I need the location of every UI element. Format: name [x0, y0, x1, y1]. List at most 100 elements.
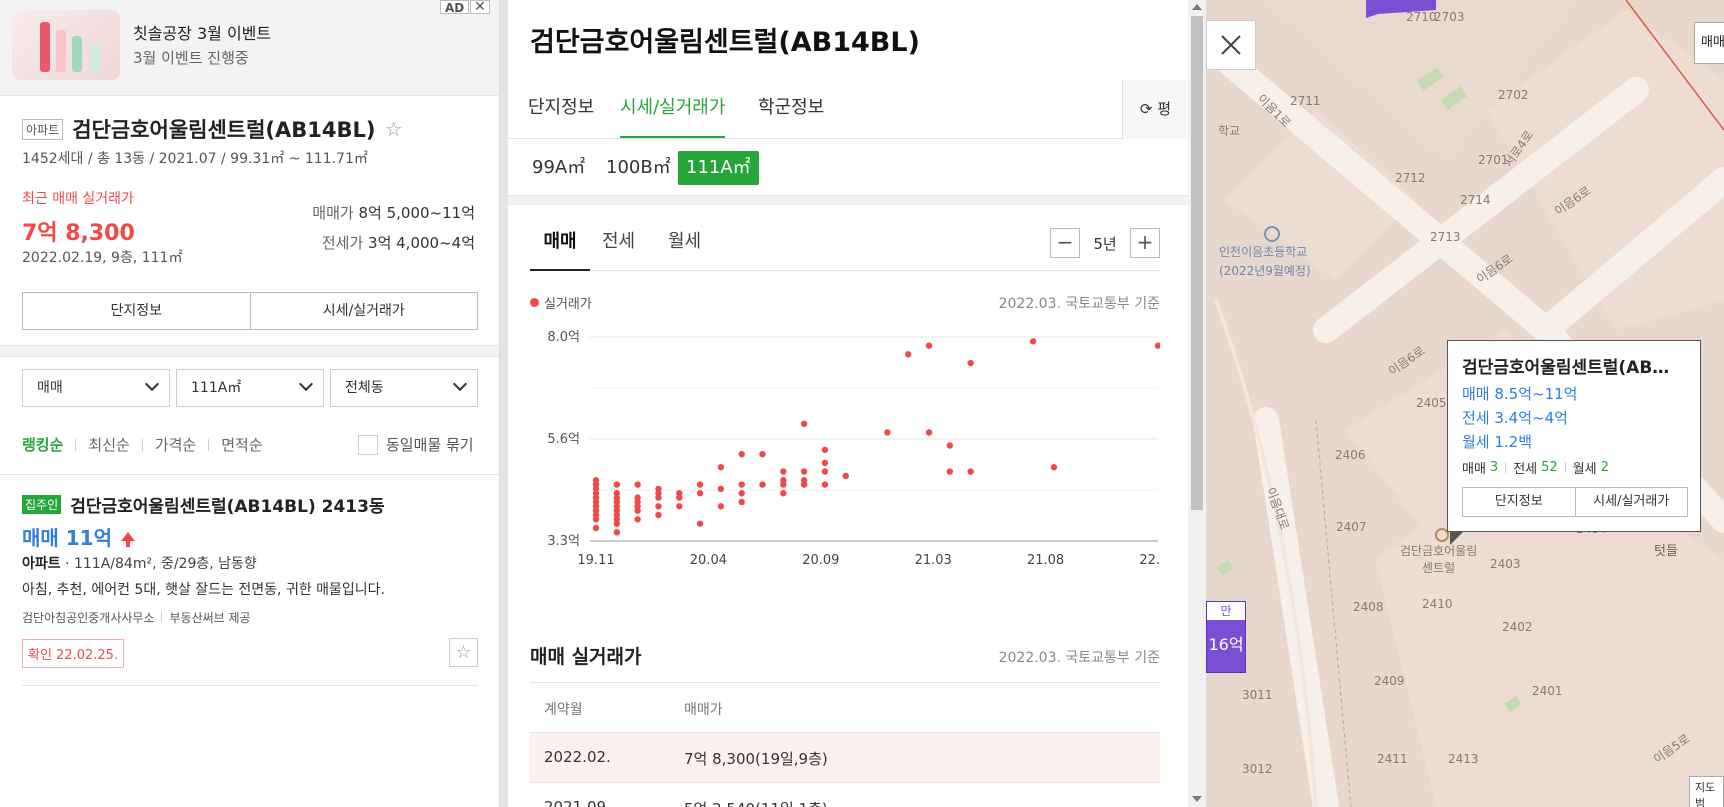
area-tab-99a[interactable]: 99A㎡ [524, 151, 593, 185]
chart-point [634, 494, 641, 501]
section-divider [0, 474, 499, 475]
col-contract-month: 계약월 [544, 702, 583, 718]
building-number: 2413 [1448, 752, 1479, 766]
chart-point [738, 450, 745, 458]
complex-info-button[interactable]: 단지정보 [23, 293, 250, 329]
tab-complex-info[interactable]: 단지정보 [528, 80, 594, 138]
period-increase-button[interactable]: + [1130, 228, 1160, 258]
sort-ranking[interactable]: 랭킹순 [22, 434, 63, 455]
scrollbar-thumb[interactable] [1191, 16, 1203, 510]
chart-point [696, 520, 704, 527]
map-school-note: (2022년9월예정) [1219, 264, 1311, 278]
building-number: 2409 [1374, 674, 1405, 688]
chart-point [821, 481, 829, 488]
count-monthly: 2 [1600, 460, 1609, 475]
chart-point [717, 503, 725, 510]
chart-point [696, 481, 704, 488]
agent-name[interactable]: 검단아침공인중개사사무소 [22, 609, 154, 626]
chart-point [592, 477, 600, 484]
row-month: 2021.09. [544, 798, 611, 807]
map-complex-popup[interactable]: 검단금호어울림센트럴(AB… 매매 8.5억~11억 전세 3.4억~4억 월세… [1447, 340, 1701, 532]
complex-name[interactable]: 검단금호어울림센트럴(AB14BL) [72, 114, 375, 144]
popup-title[interactable]: 검단금호어울림센트럴(AB… [1462, 353, 1669, 378]
chart-point [592, 524, 600, 532]
popup-price-button[interactable]: 시세/실거래가 [1574, 488, 1688, 516]
chart-point [780, 477, 787, 484]
map-view[interactable]: 매매 학교 인천이음초등학교 (2022년9월예정) 검단금호어울림 센트럴 텃… [1206, 0, 1724, 807]
bundle-checkbox[interactable] [358, 434, 378, 455]
dong-select[interactable]: 전체동 [330, 369, 478, 407]
trade-type-value: 매매 [37, 380, 63, 396]
tab-school[interactable]: 학군정보 [758, 80, 824, 138]
sort-area[interactable]: 면적순 [221, 434, 262, 455]
chart-point [696, 490, 704, 497]
section-title: 매매 실거래가 [530, 646, 642, 668]
row-month: 2022.02. [544, 748, 611, 766]
close-icon [1221, 35, 1241, 55]
chart-point [738, 481, 745, 488]
area-tab-111a[interactable]: 111A㎡ [678, 151, 759, 185]
recent-price: 7억 8,300 [22, 221, 135, 246]
jeonse-range: 전세가 3억 4,000~4억 [322, 232, 475, 253]
data-provider: 부동산써브 제공 [169, 611, 251, 625]
chart-point [884, 429, 891, 436]
map-field-label: 텃들 [1654, 544, 1678, 559]
tab-sale[interactable]: 매매 [530, 215, 590, 271]
building-number: 2712 [1395, 171, 1426, 185]
map-marker-top: 만 [1207, 602, 1245, 620]
sale-range: 매매가 8억 5,000~11억 [312, 202, 475, 223]
chevron-down-icon [144, 376, 160, 392]
property-type-tag: 아파트 [22, 118, 64, 140]
map-close-button[interactable] [1206, 20, 1256, 70]
sort-latest[interactable]: 최신순 [88, 434, 129, 455]
price-scatter-chart: 8.0억 5.6억 3.3억 19.11 20.04 20.09 21.03 21.08 22.… [547, 330, 1160, 568]
tab-monthly[interactable]: 월세 [668, 215, 701, 271]
ad-title: 칫솔공장 3월 이벤트 [133, 24, 272, 43]
map-price-marker[interactable]: 만 16억 [1206, 601, 1246, 673]
price-history-button[interactable]: 시세/실거래가 [249, 293, 478, 329]
ad-badge: AD [440, 0, 470, 15]
chart-point [800, 468, 808, 475]
chart-point [592, 516, 600, 523]
ad-close-icon[interactable]: ✕ [470, 0, 490, 14]
bundle-toggle[interactable]: 동일매물 묶기 [358, 434, 474, 455]
chart-y-tick: 5.6억 [547, 432, 580, 447]
scroll-up-icon[interactable] [1192, 4, 1202, 10]
area-select[interactable]: 111A㎡ [176, 369, 324, 407]
table-row[interactable]: 2022.02. 7억 8,300(19일,9층) [530, 732, 1160, 782]
chart-point [717, 485, 725, 493]
area-tab-100b[interactable]: 100B㎡ [598, 151, 679, 185]
popup-sale-range: 매매 8.5억~11억 [1462, 385, 1578, 403]
col-sale-price: 매매가 [684, 702, 723, 718]
map-school-label-partial: 학교 [1218, 124, 1241, 138]
count-jeonse: 52 [1541, 460, 1558, 475]
chart-point [717, 464, 725, 471]
trade-type-select[interactable]: 매매 [22, 369, 170, 407]
panel-divider[interactable] [500, 0, 508, 807]
sort-price[interactable]: 가격순 [155, 434, 196, 455]
chart-x-tick: 22.02 [1139, 553, 1160, 568]
bundle-label: 동일매물 묶기 [386, 436, 474, 454]
ad-banner[interactable]: 칫솔공장 3월 이벤트 3월 이벤트 진행중 AD ✕ [0, 0, 499, 96]
building-number: 2710 [1406, 10, 1437, 24]
tab-price[interactable]: 시세/실거래가 [620, 80, 726, 138]
star-icon[interactable]: ☆ [385, 117, 403, 141]
listing-title[interactable]: 검단금호어울림센트럴(AB14BL) 2413동 [70, 492, 384, 517]
detail-scrollbar[interactable] [1188, 0, 1206, 807]
map-trade-tab[interactable]: 매매 [1694, 22, 1724, 64]
scroll-down-icon[interactable] [1192, 796, 1202, 802]
favorite-star-icon[interactable]: ☆ [449, 638, 478, 667]
complex-button-group: 단지정보 시세/실거래가 [22, 292, 478, 330]
listing-item[interactable]: 집주인 검단금호어울림센트럴(AB14BL) 2413동 [22, 492, 478, 517]
unit-toggle-button[interactable]: ⟳ 평 [1122, 80, 1188, 139]
sale-range-label: 매매가 [312, 204, 354, 222]
chart-point [634, 516, 641, 523]
popup-info-button[interactable]: 단지정보 [1463, 488, 1575, 516]
chart-point [967, 468, 974, 475]
listing-spec: 아파트 · 111A/84m², 중/29층, 남동향 [22, 553, 257, 573]
listing-price-value: 매매 11억 [22, 526, 112, 550]
period-decrease-button[interactable]: − [1050, 228, 1080, 258]
tab-jeonse[interactable]: 전세 [602, 215, 635, 271]
chart-y-tick: 3.3억 [547, 534, 580, 549]
table-row[interactable]: 2021.09. 5억 2,540(11일,1층) [530, 782, 1160, 807]
